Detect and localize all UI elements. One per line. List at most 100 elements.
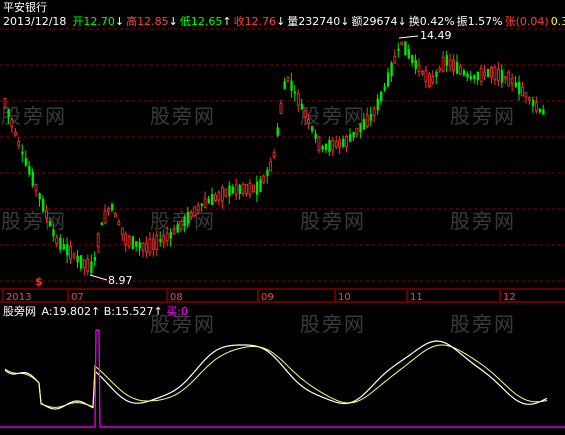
candle-body: [417, 65, 421, 72]
candle-body: [534, 102, 538, 112]
candle-body: [476, 71, 480, 81]
candle-body: [445, 55, 448, 66]
candle-body: [28, 166, 31, 175]
candle-body: [376, 98, 379, 111]
candle-body: [183, 216, 186, 227]
candle-body: [452, 59, 455, 72]
candle-body: [262, 175, 266, 183]
candle-body: [524, 92, 528, 98]
candle-body: [34, 184, 38, 192]
candle-body: [349, 134, 352, 142]
month-label: 10: [338, 292, 351, 303]
candle-body: [345, 135, 348, 148]
candle-body: [248, 182, 252, 195]
candle-body: [114, 213, 117, 218]
candle-body: [110, 204, 114, 211]
month-axis: 2013 07 08 09 10 11 12: [2, 290, 516, 303]
candle-body: [259, 179, 262, 192]
candle-body: [186, 211, 190, 225]
candle-body: [365, 114, 369, 127]
high-price-label: 14.49: [420, 29, 452, 42]
candle-body: [79, 255, 83, 269]
indicator-panel: [0, 329, 565, 428]
candle-body: [507, 71, 511, 87]
candle-body: [393, 55, 397, 64]
candle-body: [479, 67, 483, 83]
month-label: 09: [261, 292, 274, 303]
candle-body: [193, 206, 197, 217]
candlestick-series: [3, 41, 545, 276]
candle-body: [431, 76, 435, 83]
candle-body: [266, 169, 269, 176]
candle-body: [10, 119, 14, 128]
indicator-buy: 买:0: [166, 305, 188, 318]
candle-body: [483, 71, 486, 77]
candle-body: [359, 123, 362, 132]
candle-body: [234, 184, 238, 195]
candle-body: [407, 49, 411, 59]
candle-body: [328, 140, 331, 152]
month-label: 11: [410, 292, 423, 303]
candle-body: [76, 255, 79, 263]
candle-body: [487, 69, 490, 77]
candle-body: [342, 138, 345, 147]
candle-body: [372, 108, 376, 117]
candle-body: [211, 194, 214, 205]
candle-body: [469, 76, 473, 80]
candle-body: [386, 72, 390, 87]
candle-body: [220, 187, 224, 202]
candle-body: [369, 113, 373, 121]
candle-body: [272, 152, 276, 157]
chart-canvas: 14.49 8.97 $ 2013 07 08 09 10 11 12: [0, 28, 565, 428]
candle-body: [397, 48, 400, 51]
candle-body: [307, 119, 311, 124]
candle-body: [490, 66, 493, 78]
candle-body: [241, 184, 245, 195]
candle-body: [352, 131, 355, 138]
candle-body: [172, 229, 176, 235]
candle-body: [338, 139, 342, 148]
candle-body: [120, 227, 124, 236]
candle-body: [473, 75, 476, 80]
candle-body: [462, 70, 466, 76]
candle-body: [538, 108, 542, 113]
candle-body: [41, 198, 45, 212]
candle-body: [296, 93, 300, 106]
candle-body: [159, 239, 162, 243]
high-annotation: 14.49: [398, 29, 452, 42]
candle-body: [531, 99, 535, 106]
candle-body: [311, 126, 314, 132]
candle-body: [141, 242, 145, 251]
candle-body: [86, 258, 90, 273]
candle-body: [214, 194, 217, 201]
candle-body: [414, 59, 417, 69]
candle-body: [69, 246, 72, 260]
candle-body: [496, 69, 500, 81]
candle-body: [245, 184, 248, 194]
candle-body: [518, 81, 521, 95]
candle-body: [421, 70, 424, 74]
candle-body: [279, 103, 283, 114]
candle-body: [286, 76, 290, 81]
candle-body: [466, 73, 469, 78]
candle-body: [55, 237, 59, 245]
candle-body: [165, 232, 169, 242]
indicator-a: A:19.802↑: [41, 305, 101, 318]
candle-body: [255, 181, 259, 195]
low-price-label: 8.97: [108, 274, 133, 287]
candle-body: [331, 139, 335, 151]
candle-body: [228, 185, 231, 197]
candle-body: [207, 198, 210, 204]
candle-body: [251, 184, 255, 193]
candle-body: [189, 212, 193, 218]
candle-body: [224, 188, 228, 197]
signal-marker: $: [35, 275, 43, 288]
candle-body: [179, 220, 183, 230]
candle-body: [380, 91, 383, 102]
buy-signal-line: [0, 329, 565, 428]
candle-body: [438, 67, 442, 71]
candle-body: [138, 242, 141, 249]
candle-body: [448, 59, 452, 67]
candle-body: [72, 254, 76, 258]
candle-body: [148, 238, 152, 254]
